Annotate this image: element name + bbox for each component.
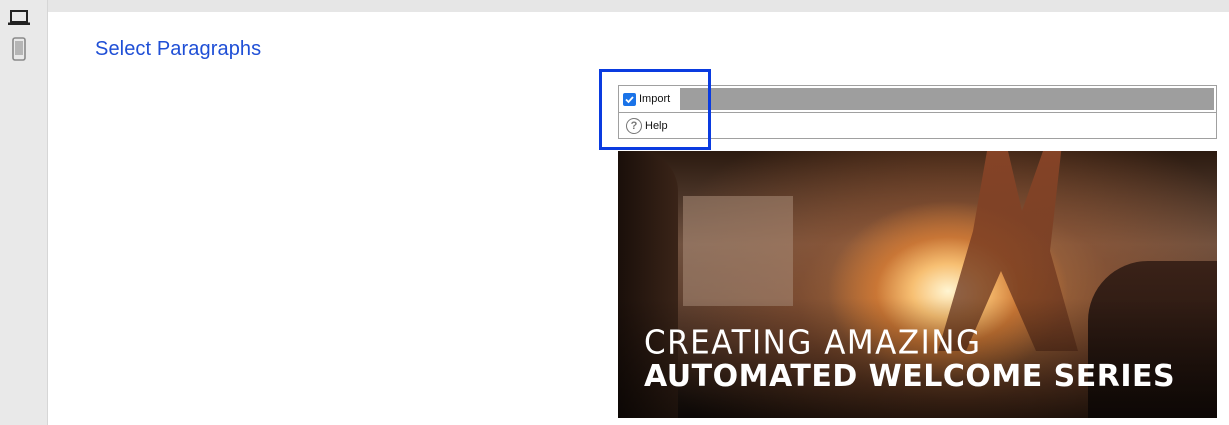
banner-heading-line2: AUTOMATED WELCOME SERIES — [644, 359, 1176, 394]
import-checkbox[interactable] — [623, 92, 636, 106]
check-icon — [625, 95, 634, 103]
laptop-icon[interactable] — [0, 10, 38, 26]
banner-heading-line1: CREATING AMAZING — [644, 324, 982, 362]
help-button[interactable]: ? Help — [626, 116, 668, 136]
import-label: Import — [639, 93, 671, 105]
import-toggle[interactable]: Import — [623, 89, 670, 109]
top-strip — [0, 0, 1229, 12]
help-label: Help — [645, 120, 668, 132]
editor-toolbar: Import ? Help — [618, 85, 1217, 139]
toolbar-empty-area — [680, 88, 1214, 110]
toolbar-row-top: Import — [619, 86, 1216, 113]
page-title: Select Paragraphs — [95, 38, 262, 60]
toolbar-row-bottom: ? Help — [619, 113, 1216, 138]
device-rail — [0, 0, 48, 425]
banner-building — [683, 196, 793, 306]
phone-icon[interactable] — [0, 37, 38, 61]
question-circle-icon: ? — [626, 118, 642, 134]
banner-image: CREATING AMAZING AUTOMATED WELCOME SERIE… — [618, 151, 1217, 418]
